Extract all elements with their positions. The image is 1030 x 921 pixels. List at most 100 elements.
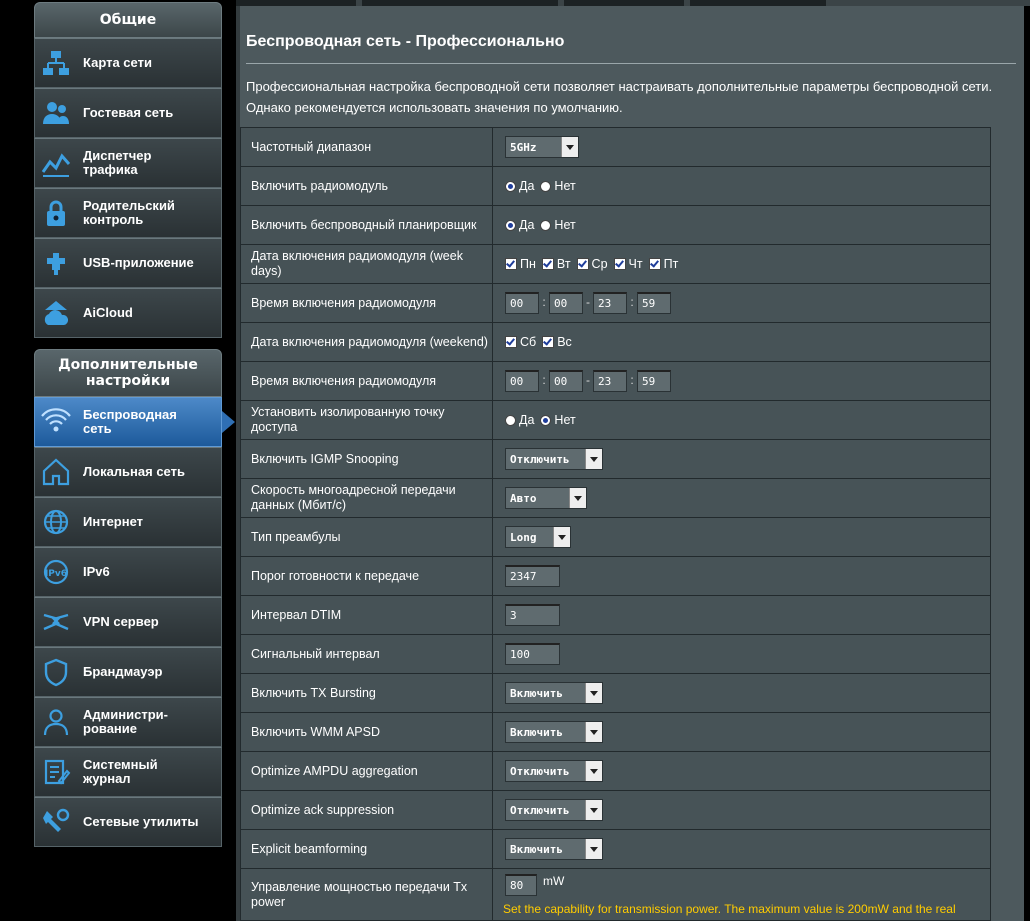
settings-row: Включить WMM APSD Включить xyxy=(240,712,991,752)
settings-row: Optimize ack suppression Отключить xyxy=(240,790,991,830)
system-log-icon xyxy=(44,759,71,785)
usb-app-icon xyxy=(47,253,65,275)
page-title: Беспроводная сеть - Профессионально xyxy=(246,33,565,50)
sidebar-item-system-log[interactable]: Системный журнал xyxy=(34,747,222,797)
day-checkbox[interactable] xyxy=(505,336,517,349)
sidebar-item-label: Беспроводная сеть xyxy=(83,407,177,436)
setting-14-select[interactable]: Включить xyxy=(505,682,603,704)
setting-label: Включить IGMP Snooping xyxy=(240,439,493,479)
sidebar-item-parental-control[interactable]: Родительский контроль xyxy=(34,188,222,238)
setting-13-input[interactable]: 100 xyxy=(505,643,560,665)
settings-row: Тип преамбулы Long xyxy=(240,517,991,557)
yes-radio[interactable] xyxy=(505,180,516,192)
setting-8-select[interactable]: Отключить xyxy=(505,448,603,470)
setting-18-select[interactable]: Включить xyxy=(505,838,603,860)
setting-9-select[interactable]: Авто xyxy=(505,487,587,509)
time-input[interactable]: 59 xyxy=(637,370,671,392)
day-checkbox[interactable] xyxy=(613,258,626,271)
settings-row: Включить IGMP Snooping Отключить xyxy=(240,439,991,479)
setting-label: Включить беспроводный планировщик xyxy=(240,205,493,245)
setting-label: Optimize ack suppression xyxy=(240,790,493,830)
sidebar-item-label: Сетевые утилиты xyxy=(83,814,199,829)
time-input[interactable]: 23 xyxy=(593,292,627,314)
tx-power-input[interactable]: 80 xyxy=(505,874,537,896)
setting-value: Long xyxy=(492,517,991,557)
setting-label: Включить радиомодуль xyxy=(240,166,493,206)
sidebar: Общие Карта сети Гостевая сеть Диспетчер тр… xyxy=(0,0,236,921)
ipv6-icon: IPv6 xyxy=(43,559,69,585)
sidebar-item-guest-network[interactable]: Гостевая сеть xyxy=(34,88,222,138)
setting-value: Отключить xyxy=(492,790,991,830)
setting-10-select[interactable]: Long xyxy=(505,526,571,548)
setting-label: Установить изолированную точку доступа xyxy=(240,400,493,440)
sidebar-item-label: Карта сети xyxy=(83,55,152,70)
chevron-down-icon xyxy=(585,683,602,703)
sidebar-item-label: Родительский контроль xyxy=(83,198,175,227)
setting-value: Отключить xyxy=(492,751,991,791)
setting-value: 80 mW Set the capability for transmission … xyxy=(492,868,991,921)
sidebar-item-usb-app[interactable]: USB-приложение xyxy=(34,238,222,288)
network-tools-icon xyxy=(43,808,70,832)
sidebar-item-vpn[interactable]: VPN сервер xyxy=(34,597,222,647)
parental-control-icon xyxy=(47,200,65,226)
time-input[interactable]: 00 xyxy=(549,292,583,314)
setting-11-input[interactable]: 2347 xyxy=(505,565,560,587)
setting-value: Отключить xyxy=(492,439,991,479)
setting-value: Да Нет xyxy=(492,166,991,206)
settings-row: Включить TX Bursting Включить xyxy=(240,673,991,713)
tx-power-unit: mW xyxy=(543,874,565,888)
settings-row: Время включения радиомодуля 00:00-23:59 xyxy=(240,361,991,401)
time-input[interactable]: 00 xyxy=(505,370,539,392)
settings-row: Интервал DTIM 3 xyxy=(240,595,991,635)
sidebar-item-label: Брандмауэр xyxy=(83,664,163,679)
firewall-shield-icon xyxy=(44,658,68,687)
yes-radio[interactable] xyxy=(505,219,516,231)
setting-label: Включить TX Bursting xyxy=(240,673,493,713)
setting-0-select[interactable]: 5GHz xyxy=(505,136,579,158)
time-input[interactable]: 00 xyxy=(505,292,539,314)
sidebar-item-aicloud[interactable]: AiCloud xyxy=(34,288,222,338)
day-checkbox[interactable] xyxy=(542,336,555,349)
settings-row: Время включения радиомодуля 00:00-23:59 xyxy=(240,283,991,323)
settings-row: Скорость многоадресной передачи данных (… xyxy=(240,478,991,518)
general-menu-group: Общие Карта сети Гостевая сеть Диспетчер тр… xyxy=(34,2,222,338)
day-checkbox[interactable] xyxy=(505,258,517,271)
setting-value: Включить xyxy=(492,712,991,752)
aicloud-icon xyxy=(44,301,69,325)
sidebar-item-firewall-shield[interactable]: Брандмауэр xyxy=(34,647,222,697)
sidebar-item-lan[interactable]: Локальная сеть xyxy=(34,447,222,497)
yes-radio[interactable] xyxy=(505,414,516,426)
sidebar-item-internet-globe[interactable]: Интернет xyxy=(34,497,222,547)
time-input[interactable]: 23 xyxy=(593,370,627,392)
time-input[interactable]: 00 xyxy=(549,370,583,392)
day-checkbox[interactable] xyxy=(541,258,554,271)
setting-value: 5GHz xyxy=(492,127,991,167)
setting-label: Скорость многоадресной передачи данных (… xyxy=(240,478,493,518)
setting-12-input[interactable]: 3 xyxy=(505,604,560,626)
no-radio[interactable] xyxy=(540,414,552,426)
sidebar-item-ipv6[interactable]: IPv6 IPv6 xyxy=(34,547,222,597)
sidebar-item-network-tools[interactable]: Сетевые утилиты xyxy=(34,797,222,847)
setting-15-select[interactable]: Включить xyxy=(505,721,603,743)
setting-value: Да Нет xyxy=(492,205,991,245)
settings-row: Дата включения радиомодуля (weekend) Сб Вс xyxy=(240,322,991,362)
network-map-icon xyxy=(43,51,69,75)
no-radio[interactable] xyxy=(540,219,552,231)
setting-17-select[interactable]: Отключить xyxy=(505,799,603,821)
sidebar-item-traffic-manager[interactable]: Диспетчер трафика xyxy=(34,138,222,188)
sidebar-item-network-map[interactable]: Карта сети xyxy=(34,38,222,88)
settings-row: Сигнальный интервал 100 xyxy=(240,634,991,674)
day-checkbox[interactable] xyxy=(648,258,661,271)
sidebar-item-wireless[interactable]: Беспроводная сеть xyxy=(34,397,235,447)
setting-16-select[interactable]: Отключить xyxy=(505,760,603,782)
day-checkbox[interactable] xyxy=(576,258,589,271)
sidebar-item-label: Гостевая сеть xyxy=(83,105,174,120)
time-input[interactable]: 59 xyxy=(637,292,671,314)
sidebar-item-admin-user[interactable]: Администри-рование xyxy=(34,697,222,747)
sidebar-item-label: Системный журнал xyxy=(83,757,158,786)
setting-label: Сигнальный интервал xyxy=(240,634,493,674)
setting-value: 3 xyxy=(492,595,991,635)
no-radio[interactable] xyxy=(540,180,552,192)
sidebar-item-label: Диспетчер трафика xyxy=(83,148,152,177)
chevron-down-icon xyxy=(585,839,602,859)
